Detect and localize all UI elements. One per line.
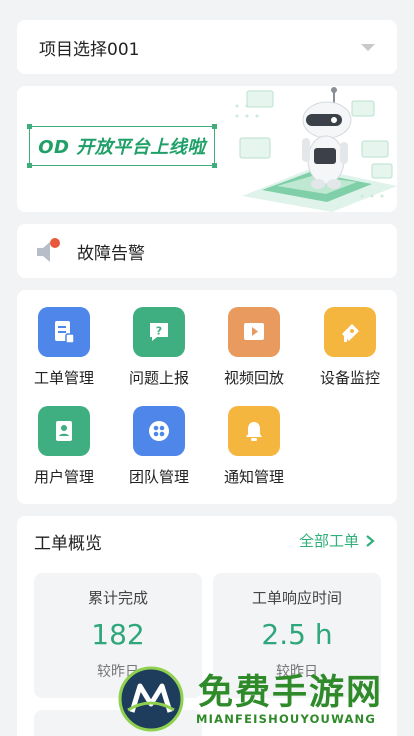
document-icon: [55, 321, 75, 344]
menu-tile: ?: [133, 307, 185, 357]
stat-label: 工单响应时间: [251, 589, 342, 607]
menu-tile: [228, 406, 280, 456]
speaker-icon: [37, 238, 60, 262]
fault-alarm-bar[interactable]: 故障告警: [17, 224, 397, 278]
watermark-logo: [118, 666, 184, 732]
alert-label: 故障告警: [77, 243, 145, 264]
team-icon: [149, 421, 169, 441]
menu-tile: [133, 406, 185, 456]
watermark-cn: 免费手游网: [198, 673, 384, 713]
robot-illustration: [235, 87, 397, 212]
all-work-orders-link[interactable]: 全部工单: [299, 530, 377, 551]
menu-item-team-management[interactable]: 团队管理: [123, 406, 195, 487]
promo-banner[interactable]: OD 开放平台上线啦: [17, 86, 397, 212]
stat-value: 2.5 h: [261, 618, 333, 651]
menu-tile: [38, 307, 90, 357]
overview-title: 工单概览: [34, 534, 102, 554]
menu-item-notification-management[interactable]: 通知管理: [218, 406, 290, 487]
user-book-icon: [56, 421, 72, 441]
menu-item-work-orders[interactable]: 工单管理: [28, 307, 100, 388]
bell-icon: [246, 422, 262, 441]
project-label: 项目选择001: [39, 39, 140, 60]
chevron-down-icon: [361, 43, 375, 51]
menu-label: 设备监控: [319, 369, 380, 387]
menu-label: 团队管理: [128, 468, 189, 486]
svg-text:?: ?: [156, 325, 162, 338]
menu-label: 视频回放: [223, 369, 284, 387]
watermark: 免费手游网 MIANFEISHOUYOUWANG: [118, 660, 414, 736]
menu-label: 问题上报: [128, 369, 189, 387]
stat-value: 182: [91, 618, 145, 651]
menu-label: 用户管理: [33, 468, 94, 486]
banner-title-frame: OD 开放平台上线啦: [27, 124, 217, 168]
menu-item-video-playback[interactable]: 视频回放: [218, 307, 290, 388]
menu-label: 通知管理: [223, 468, 284, 486]
play-icon: [244, 323, 264, 340]
function-menu: 工单管理 ? 问题上报 视频回放 设备监控 用户管理 团队管理 通知管理: [17, 290, 397, 504]
watermark-en: MIANFEISHOUYOUWANG: [196, 712, 377, 726]
menu-tile: [38, 406, 90, 456]
question-icon: ?: [150, 323, 168, 341]
stat-label: 累计完成: [87, 589, 148, 607]
menu-tile: [324, 307, 376, 357]
menu-item-device-monitor[interactable]: 设备监控: [314, 307, 386, 388]
camera-icon: [342, 324, 359, 342]
menu-tile: [228, 307, 280, 357]
project-selector[interactable]: 项目选择001: [17, 20, 397, 74]
menu-item-report-issue[interactable]: ? 问题上报: [123, 307, 195, 388]
menu-item-user-management[interactable]: 用户管理: [28, 406, 100, 487]
banner-title: OD 开放平台上线啦: [38, 137, 206, 158]
all-link-label: 全部工单: [298, 532, 359, 550]
menu-label: 工单管理: [33, 369, 94, 387]
chevron-right-icon: [366, 534, 375, 547]
